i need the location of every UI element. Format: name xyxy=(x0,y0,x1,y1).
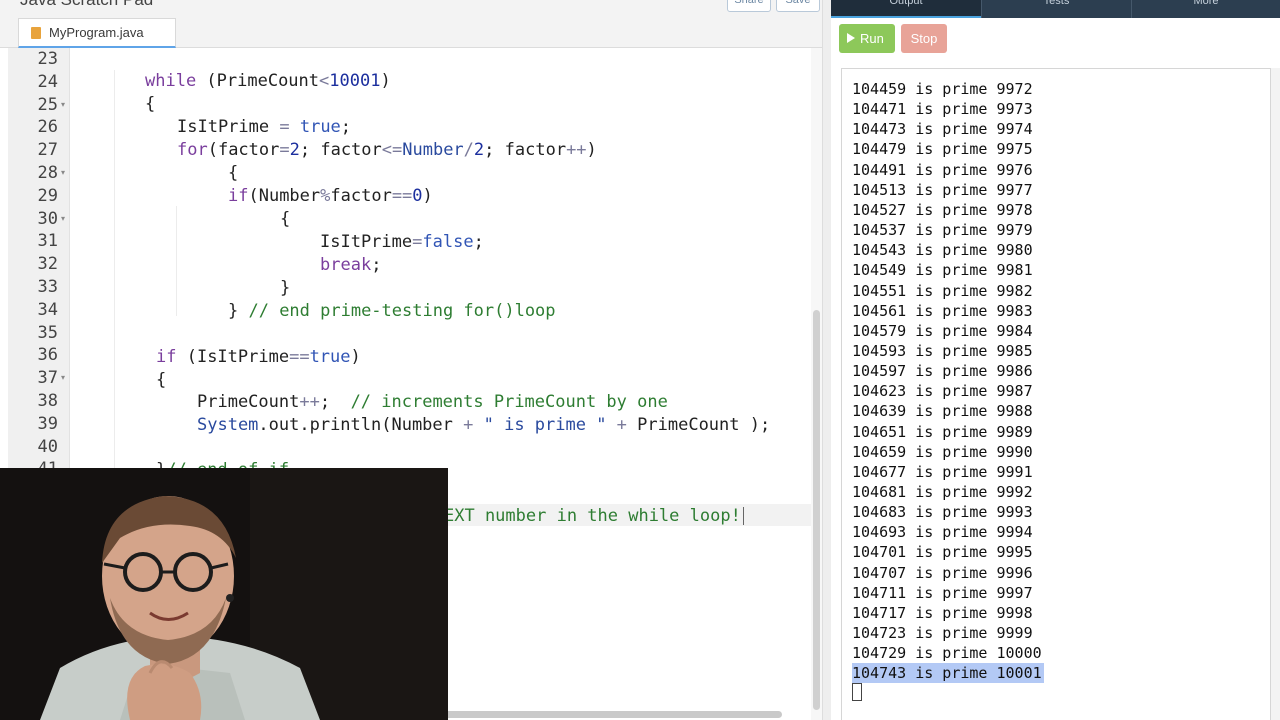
share-button[interactable]: Share xyxy=(727,0,771,12)
code-line-28: { xyxy=(228,163,239,183)
line-number: 25 xyxy=(37,94,58,115)
console-line: 104527 is prime 9978 xyxy=(852,200,1033,219)
line-number: 36 xyxy=(37,345,58,366)
save-button[interactable]: Save xyxy=(776,0,820,12)
line-number: 37 xyxy=(37,368,58,389)
output-tabbar: Output Tests More xyxy=(831,0,1280,18)
run-button[interactable]: Run xyxy=(839,24,895,53)
console-line: 104459 is prime 9972 xyxy=(852,80,1033,98)
console-line: 104723 is prime 9999 xyxy=(852,624,1033,643)
java-file-icon xyxy=(31,27,41,39)
line-number: 38 xyxy=(37,391,58,411)
console-line: 104639 is prime 9988 xyxy=(852,402,1033,421)
play-icon xyxy=(847,33,855,43)
console-line: 104659 is prime 9990 xyxy=(852,442,1033,461)
fold-toggle-icon[interactable]: ▾ xyxy=(61,208,65,230)
code-line-38: PrimeCount++; // increments PrimeCount b… xyxy=(197,392,668,412)
editor-header: Java Scratch Pad Share Save MyProgram.ja… xyxy=(0,0,822,48)
editor-horizontal-scrollbar[interactable] xyxy=(440,711,782,718)
line-number: 40 xyxy=(37,436,58,457)
console-line: 104549 is prime 9981 xyxy=(852,261,1033,280)
code-line-37: { xyxy=(156,370,167,390)
line-number: 24 xyxy=(37,71,58,92)
console-line: 104597 is prime 9986 xyxy=(852,362,1033,381)
fold-toggle-icon[interactable]: ▾ xyxy=(61,162,65,184)
file-tab[interactable]: MyProgram.java xyxy=(18,18,176,48)
console-line: 104593 is prime 9985 xyxy=(852,341,1033,360)
console-line: 104707 is prime 9996 xyxy=(852,563,1033,582)
run-button-label: Run xyxy=(860,31,884,46)
indent-guide xyxy=(176,206,177,316)
code-line-36: if (IsItPrime==true) xyxy=(156,347,361,367)
line-number: 34 xyxy=(37,299,58,320)
code-line-33: } xyxy=(280,278,291,298)
indent-guide xyxy=(114,70,115,490)
console-line: 104729 is prime 10000 xyxy=(852,644,1042,663)
code-line-31: IsItPrime=false; xyxy=(320,232,484,252)
console-line: 104473 is prime 9974 xyxy=(852,120,1033,139)
code-line-27: for(factor=2; factor<=Number/2; factor++… xyxy=(177,140,597,160)
code-line-24: while (PrimeCount<10001) xyxy=(145,71,391,91)
line-number: 28 xyxy=(37,163,58,183)
editor-vertical-scrollbar[interactable] xyxy=(813,310,820,710)
fold-toggle-icon[interactable]: ▾ xyxy=(61,94,65,116)
webcam-overlay xyxy=(0,468,448,720)
line-number: 39 xyxy=(37,413,58,434)
line-number: 35 xyxy=(37,322,58,343)
console-output[interactable]: 104459 is prime 9972 104471 is prime 9973… xyxy=(841,68,1271,720)
console-line: 104677 is prime 9991 xyxy=(852,462,1033,481)
pane-resize-handle[interactable] xyxy=(822,0,831,720)
code-line-30: { xyxy=(280,209,291,229)
line-number: 23 xyxy=(37,49,58,69)
console-line: 104717 is prime 9998 xyxy=(852,603,1033,622)
line-number: 26 xyxy=(37,117,58,138)
console-line: 104651 is prime 9989 xyxy=(852,422,1033,441)
code-line-29: if(Number%factor==0) xyxy=(228,186,433,206)
line-number: 33 xyxy=(37,277,58,297)
console-line: 104551 is prime 9982 xyxy=(852,281,1033,300)
code-line-25: { xyxy=(145,94,156,114)
console-line: 104701 is prime 9995 xyxy=(852,543,1033,562)
console-line: 104479 is prime 9975 xyxy=(852,140,1033,159)
console-line: 104623 is prime 9987 xyxy=(852,382,1033,401)
console-line: 104513 is prime 9977 xyxy=(852,180,1033,199)
console-line: 104683 is prime 9993 xyxy=(852,503,1033,522)
file-tab-label: MyProgram.java xyxy=(49,25,144,40)
console-line: 104537 is prime 9979 xyxy=(852,221,1033,240)
text-cursor xyxy=(742,507,744,525)
console-line: 104693 is prime 9994 xyxy=(852,523,1033,542)
stop-button[interactable]: Stop xyxy=(901,24,947,53)
app-title: Java Scratch Pad xyxy=(20,0,153,10)
line-number: 27 xyxy=(37,140,58,161)
code-line-34: } // end prime-testing for()loop xyxy=(228,301,556,321)
console-line: 104681 is prime 9992 xyxy=(852,483,1033,501)
presenter-video xyxy=(0,468,448,720)
code-line-26: IsItPrime = true; xyxy=(177,117,352,137)
console-input-caret[interactable] xyxy=(852,683,862,701)
line-number: 31 xyxy=(37,231,58,252)
tab-tests[interactable]: Tests xyxy=(981,0,1131,18)
code-line-39: System.out.println(Number + " is prime "… xyxy=(197,415,771,435)
console-line: 104579 is prime 9984 xyxy=(852,321,1033,340)
line-number: 32 xyxy=(37,254,58,275)
code-line-43: EXT number in the while loop! xyxy=(444,505,744,527)
fold-toggle-icon[interactable]: ▾ xyxy=(61,367,65,389)
code-line-32: break; xyxy=(320,255,382,275)
line-number: 30 xyxy=(37,208,58,229)
console-line: 104471 is prime 9973 xyxy=(852,100,1033,119)
console-line: 104561 is prime 9983 xyxy=(852,301,1033,320)
tab-more[interactable]: More xyxy=(1131,0,1280,18)
line-number: 29 xyxy=(37,185,58,206)
console-scrollbar[interactable] xyxy=(1271,68,1280,720)
console-line: 104491 is prime 9976 xyxy=(852,160,1033,179)
tab-output[interactable]: Output xyxy=(831,0,981,18)
console-line: 104711 is prime 9997 xyxy=(852,583,1033,602)
console-line-selected: 104743 is prime 10001 xyxy=(852,663,1044,684)
console-line: 104543 is prime 9980 xyxy=(852,241,1033,260)
